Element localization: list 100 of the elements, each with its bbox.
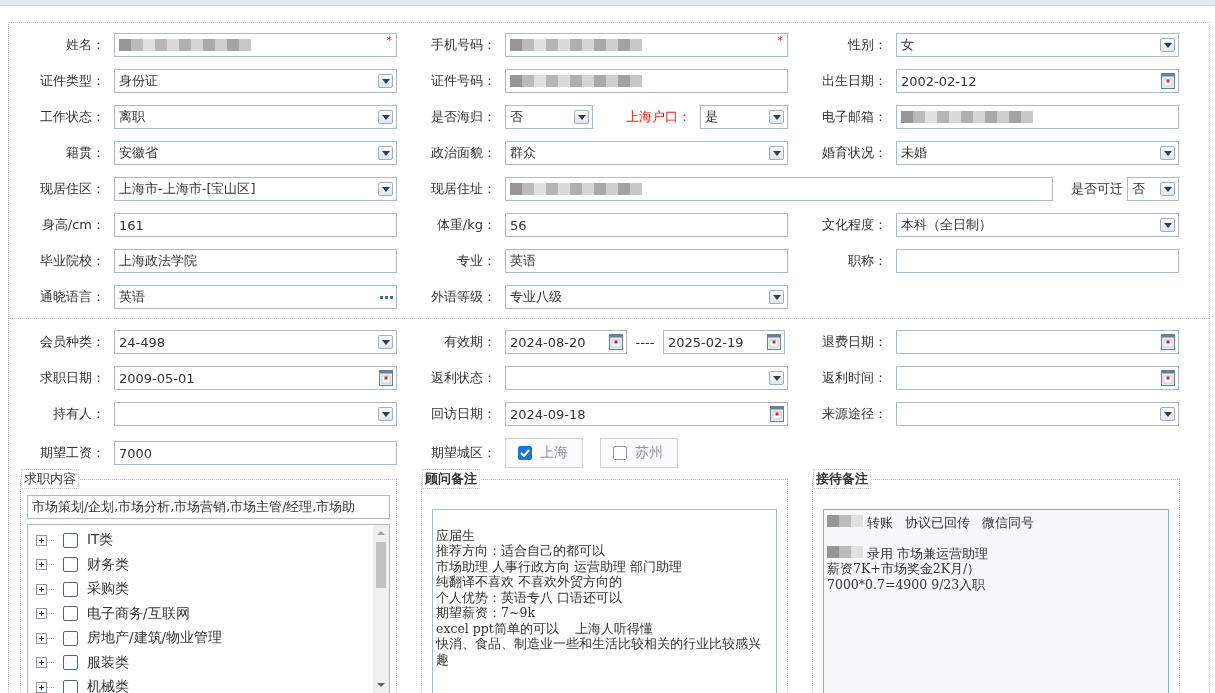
calendar-icon[interactable] <box>379 370 393 386</box>
checkbox[interactable] <box>518 446 532 460</box>
tree-item[interactable]: IT类 <box>87 531 114 550</box>
dropdown-field[interactable]: 女 <box>896 33 1179 57</box>
text-field[interactable]: 上海政法学院 <box>114 249 397 273</box>
dropdown-button[interactable] <box>378 182 393 196</box>
more-icon[interactable] <box>380 295 393 299</box>
notes-field[interactable]: 转账 协议已回传 微信同号 录用 市场兼运营助理 薪资7K+市场奖金2K月/） 7000*0.7=4900 9/23入职 <box>823 509 1169 693</box>
expand-icon[interactable] <box>36 534 54 546</box>
checkbox[interactable] <box>613 446 627 460</box>
date-field[interactable]: 2024-08-20 <box>505 330 627 354</box>
expand-icon[interactable] <box>36 559 54 571</box>
dropdown-field[interactable]: 身份证 <box>114 69 397 93</box>
expand-icon[interactable] <box>36 632 54 644</box>
date-field[interactable]: 2009-05-01 <box>114 366 397 390</box>
dropdown-button[interactable] <box>378 110 393 124</box>
calendar-icon[interactable] <box>1161 370 1175 386</box>
checkbox[interactable] <box>63 581 78 597</box>
date-field[interactable]: 2024-09-18 <box>505 402 788 426</box>
note-line: excel ppt简单的可以 上海人听得懂 <box>436 620 653 636</box>
dropdown-field[interactable]: 群众 <box>505 141 788 165</box>
tree-item[interactable]: 财务类 <box>87 555 129 574</box>
text-field[interactable] <box>505 177 1053 201</box>
dropdown-button[interactable] <box>1160 218 1175 232</box>
text-field[interactable]: 161 <box>114 213 397 237</box>
calendar-icon[interactable] <box>767 334 781 350</box>
note-line: 推荐方向：适合自己的都可以 <box>436 543 605 559</box>
dropdown-button[interactable] <box>378 74 393 88</box>
calendar-icon[interactable] <box>770 406 784 422</box>
calendar-icon[interactable] <box>609 334 623 350</box>
dropdown-field[interactable]: 离职 <box>114 105 397 129</box>
dropdown-field[interactable]: 24-498 <box>114 330 397 354</box>
dropdown-field[interactable] <box>896 402 1179 426</box>
text-field[interactable]: 英语 <box>505 249 788 273</box>
field-label: 证件号码： <box>431 72 496 90</box>
checkbox[interactable] <box>63 630 78 646</box>
text-field[interactable] <box>896 249 1179 273</box>
field-label: 求职日期： <box>40 369 105 387</box>
checkbox[interactable] <box>63 655 78 671</box>
date-field[interactable]: 2002-02-12 <box>896 69 1179 93</box>
dropdown-button[interactable] <box>1160 182 1175 196</box>
field-label: 籍贯： <box>66 144 105 162</box>
required-mark: * <box>386 34 392 47</box>
dropdown-button[interactable] <box>378 146 393 160</box>
dropdown-field[interactable] <box>505 366 788 390</box>
expand-icon[interactable] <box>36 608 54 620</box>
dropdown-button[interactable] <box>1160 407 1175 421</box>
checkbox[interactable] <box>63 679 78 693</box>
date-field[interactable]: 2025-02-19 <box>663 330 785 354</box>
dropdown-field[interactable]: 专业八级 <box>505 285 788 309</box>
expand-icon[interactable] <box>36 681 54 693</box>
dropdown-button[interactable] <box>378 407 393 421</box>
field-label: 出生日期： <box>822 72 887 90</box>
field-label: 现居住址： <box>431 180 496 198</box>
text-field[interactable]: 56 <box>505 213 788 237</box>
calendar-icon[interactable] <box>1161 73 1175 89</box>
dropdown-field[interactable]: 未婚 <box>896 141 1179 165</box>
dropdown-button[interactable] <box>769 290 784 304</box>
lookup-field[interactable]: 英语 <box>114 285 397 309</box>
dropdown-field[interactable]: 本科（全日制） <box>896 213 1179 237</box>
notes-field[interactable]: 应届生 推荐方向：适合自己的都可以 市场助理 人事行政方向 运营助理 部门助理 纯翻译不喜欢 不喜欢外贸方向的 个人优势：英语专八 口语还可以 期望薪资：7~9k excel ppt简单的可以 上海人听得懂 快消、食品、制造业一些和生活比较相关的行业比较感兴趣 <box>432 509 777 693</box>
blurred-text <box>827 543 863 561</box>
text-field[interactable]: * <box>114 33 397 57</box>
checkbox[interactable] <box>63 557 78 573</box>
text-field[interactable] <box>505 69 788 93</box>
dropdown-field[interactable]: 否 <box>505 105 593 129</box>
field-label: 姓名： <box>66 36 105 54</box>
dropdown-field[interactable]: 上海市-上海市-[宝山区] <box>114 177 397 201</box>
dropdown-field[interactable]: 是 <box>700 105 788 129</box>
caret-icon <box>381 150 390 156</box>
tree-item[interactable]: 采购类 <box>87 580 129 599</box>
text-field[interactable]: 市场策划/企划,市场分析,市场营销,市场主管/经理,市场助 <box>27 495 390 519</box>
field-label: 外语等级： <box>431 288 496 306</box>
text-field[interactable]: 7000 <box>114 441 397 465</box>
checkbox[interactable] <box>63 606 78 622</box>
dropdown-button[interactable] <box>378 335 393 349</box>
tree-item[interactable]: 机械类 <box>87 678 129 693</box>
date-field[interactable] <box>896 330 1179 354</box>
tree-item[interactable]: 电子商务/互联网 <box>87 604 190 623</box>
field-label: 持有人： <box>53 405 105 423</box>
tree-item[interactable]: 服装类 <box>87 653 129 672</box>
dropdown-button[interactable] <box>769 110 784 124</box>
dropdown-button[interactable] <box>769 371 784 385</box>
note-line: 转账 协议已回传 微信同号 <box>866 514 1034 530</box>
field-label: 现居住区： <box>40 180 105 198</box>
expand-icon[interactable] <box>36 657 54 669</box>
dropdown-field[interactable] <box>114 402 397 426</box>
calendar-icon[interactable] <box>1161 334 1175 350</box>
dropdown-button[interactable] <box>1160 146 1175 160</box>
checkbox[interactable] <box>63 532 78 548</box>
dropdown-button[interactable] <box>769 146 784 160</box>
expand-icon[interactable] <box>36 583 54 595</box>
dropdown-field[interactable]: 安徽省 <box>114 141 397 165</box>
date-field[interactable] <box>896 366 1179 390</box>
text-field[interactable] <box>896 105 1179 129</box>
dropdown-button[interactable] <box>574 110 589 124</box>
text-field[interactable]: * <box>505 33 788 57</box>
dropdown-field[interactable]: 否 <box>1127 177 1179 201</box>
tree-item[interactable]: 房地产/建筑/物业管理 <box>87 629 223 648</box>
dropdown-button[interactable] <box>1160 38 1175 52</box>
